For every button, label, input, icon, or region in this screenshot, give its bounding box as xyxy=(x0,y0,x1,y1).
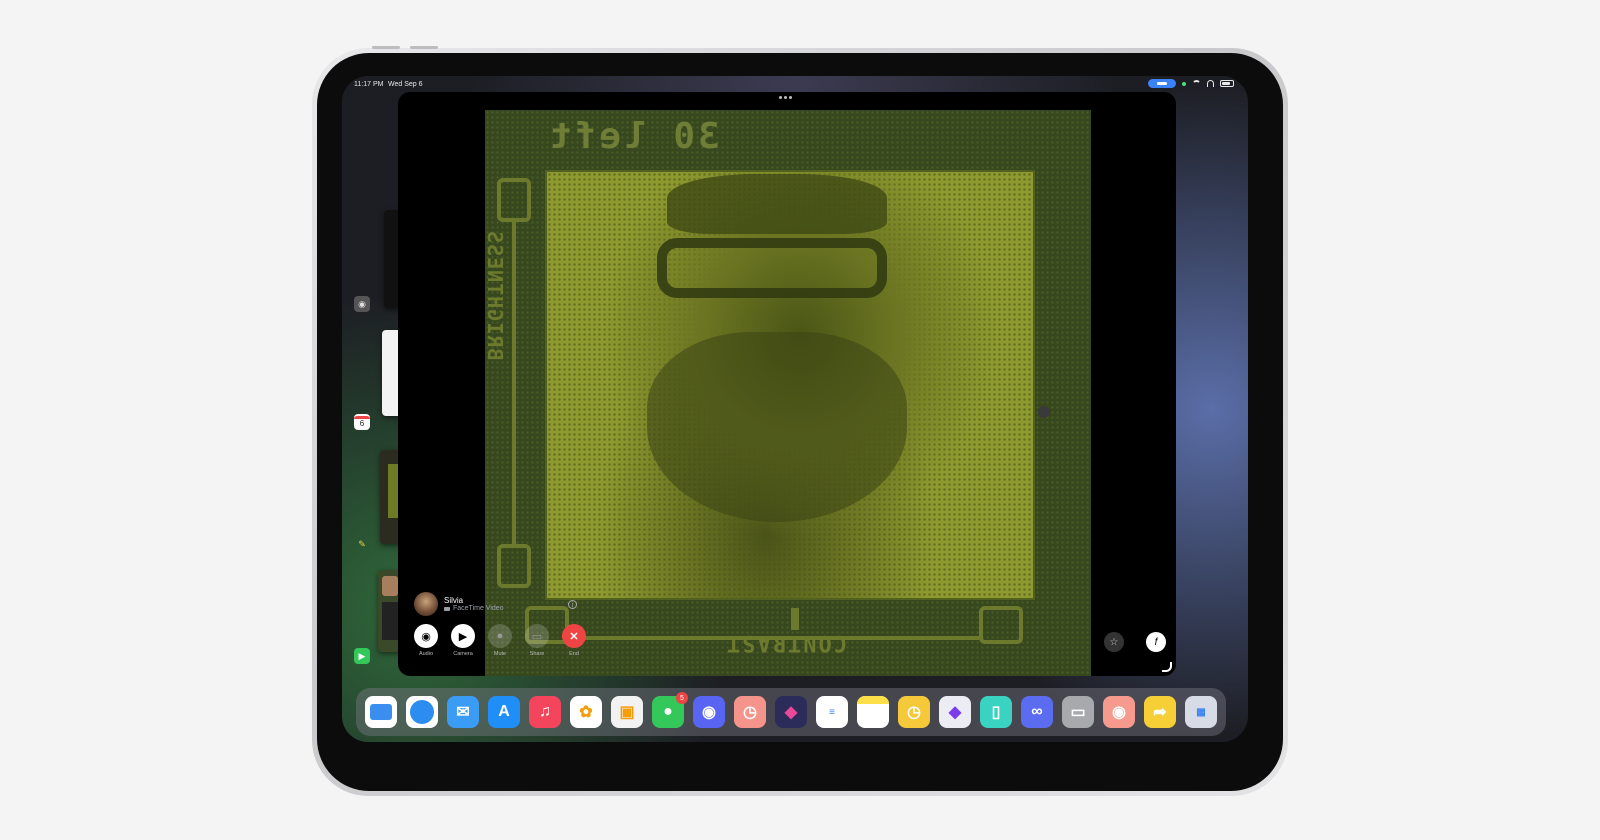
screen-recording-pill[interactable] xyxy=(1148,79,1176,88)
photo-glasses xyxy=(657,238,887,298)
app-store-icon[interactable]: A xyxy=(488,696,520,728)
captured-photo xyxy=(545,170,1035,600)
star-button[interactable]: ☆ xyxy=(1104,632,1124,652)
video-icon xyxy=(444,606,450,611)
music-icon[interactable]: ♫ xyxy=(529,696,561,728)
airplay-icon[interactable]: ◉ xyxy=(1103,696,1135,728)
timer-icon[interactable]: ◷ xyxy=(734,696,766,728)
shots-left-label: 30 left xyxy=(547,116,720,157)
caller-avatar xyxy=(414,592,438,616)
brightness-bottom-slot xyxy=(497,544,531,588)
share-label: Share xyxy=(529,651,545,657)
audio-label: Audio xyxy=(418,651,434,657)
resize-handle[interactable] xyxy=(1162,662,1172,672)
notes-icon[interactable] xyxy=(857,696,889,728)
camera-label: Camera xyxy=(453,651,473,657)
volume-button xyxy=(372,46,400,49)
calendar-day: 6 xyxy=(359,418,365,428)
ipad-screen: 11:17 PM Wed Sep 6 ◉ 6 ✎ ▶ 30 left BRIGH… xyxy=(342,76,1248,742)
translate-icon[interactable]: ▣ xyxy=(611,696,643,728)
caller-name: Silvia xyxy=(444,596,464,605)
function-button[interactable]: f xyxy=(1146,632,1166,652)
obsidian-icon[interactable]: ◆ xyxy=(939,696,971,728)
facetime-controls: ◉ Audio ▶ Camera ● Mute ▭ Share ✕ End xyxy=(414,624,586,657)
app-library-icon[interactable]: ▦ xyxy=(1185,696,1217,728)
shortcuts-icon[interactable]: ◆ xyxy=(775,696,807,728)
clock-icon[interactable]: ◷ xyxy=(898,696,930,728)
mute-button[interactable]: ● Mute xyxy=(488,624,512,657)
photo-hair xyxy=(667,174,887,234)
facetime-caller[interactable]: Silvia FaceTime Video xyxy=(414,592,504,616)
share-button[interactable]: ▭ Share xyxy=(525,624,549,657)
scroll-knob[interactable] xyxy=(1038,406,1050,418)
game-camera-screen: 30 left BRIGHTNESS CONTRAST xyxy=(483,110,1091,676)
status-indicators xyxy=(1148,79,1234,88)
status-time: 11:17 PM xyxy=(354,81,384,88)
link-icon[interactable]: ∞ xyxy=(1021,696,1053,728)
close-icon: ✕ xyxy=(562,624,586,648)
mail-icon[interactable]: ✉ xyxy=(447,696,479,728)
game-window: 30 left BRIGHTNESS CONTRAST Silvia FaceT… xyxy=(398,92,1176,676)
photos-icon[interactable]: ✿ xyxy=(570,696,602,728)
video-camera-icon: ▶ xyxy=(451,624,475,648)
camera-icon[interactable]: ◉ xyxy=(354,296,370,312)
sidecar-icon[interactable]: ▯ xyxy=(980,696,1012,728)
messages-icon[interactable]: ● 5 xyxy=(652,692,688,728)
volume-button xyxy=(410,46,438,49)
facetime-icon[interactable]: ▶ xyxy=(354,648,370,664)
camera-button[interactable]: ▶ Camera xyxy=(451,624,475,657)
status-date: Wed Sep 6 xyxy=(388,81,423,88)
call-type: FaceTime Video xyxy=(444,605,504,612)
files-icon[interactable] xyxy=(365,696,397,728)
camera-in-use-dot xyxy=(1182,81,1186,86)
wifi-icon xyxy=(1192,80,1201,87)
ipad-device: 11:17 PM Wed Sep 6 ◉ 6 ✎ ▶ 30 left BRIGH… xyxy=(312,46,1288,796)
share-screen-icon: ▭ xyxy=(525,624,549,648)
end-label: End xyxy=(569,651,579,657)
microphone-icon: ● xyxy=(488,624,512,648)
brightness-label: BRIGHTNESS xyxy=(483,230,507,361)
contrast-label: CONTRAST xyxy=(725,630,847,655)
contrast-right-slot xyxy=(979,606,1023,644)
dock: ✉ A ♫ ✿ ▣ ● 5 ◉ ◷ ◆ ≡ ◷ ◆ ▯ ∞ ▭ ◉ ➦ ▦ xyxy=(356,688,1226,736)
display-icon[interactable]: ▭ xyxy=(1062,696,1094,728)
info-icon[interactable]: i xyxy=(568,600,577,609)
safari-icon[interactable] xyxy=(406,696,438,728)
headphones-icon xyxy=(1207,80,1214,87)
multitasking-menu-icon[interactable] xyxy=(779,96,792,99)
audio-button[interactable]: ◉ Audio xyxy=(414,624,438,657)
pencil-icon[interactable]: ✎ xyxy=(354,536,370,552)
messages-badge: 5 xyxy=(676,692,688,704)
forward-icon[interactable]: ➦ xyxy=(1144,696,1176,728)
brightness-top-slot xyxy=(497,178,531,222)
photo-beard xyxy=(647,332,907,522)
discord-icon[interactable]: ◉ xyxy=(693,696,725,728)
brightness-track xyxy=(512,222,516,546)
contrast-marker xyxy=(791,608,799,630)
calendar-icon[interactable]: 6 xyxy=(354,414,370,430)
airpods-icon: ◉ xyxy=(414,624,438,648)
battery-icon xyxy=(1220,80,1234,87)
end-call-button[interactable]: ✕ End xyxy=(562,624,586,657)
mute-label: Mute xyxy=(493,651,507,657)
call-type-label: FaceTime Video xyxy=(453,605,504,612)
reminders-icon[interactable]: ≡ xyxy=(816,696,848,728)
